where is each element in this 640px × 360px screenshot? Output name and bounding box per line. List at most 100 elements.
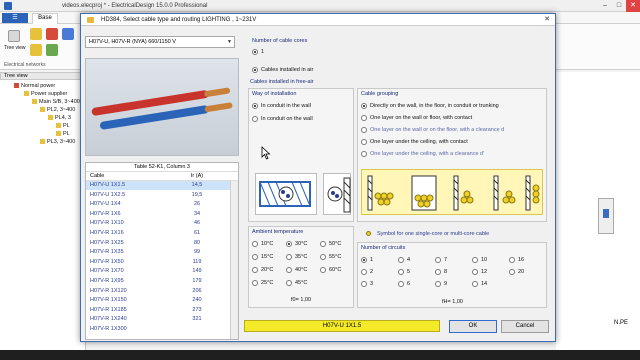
- installed-in-air-radio[interactable]: [252, 67, 258, 73]
- table-row[interactable]: H07V-U 1X4 26: [86, 200, 230, 209]
- tree-item[interactable]: PL4, 3: [48, 115, 71, 121]
- grouping-option-radio[interactable]: [361, 103, 367, 109]
- table-row[interactable]: H07V-R 1X95 179: [86, 277, 230, 286]
- circuit-radio[interactable]: [361, 257, 367, 263]
- lightning-icon[interactable]: [30, 28, 42, 40]
- tree-item[interactable]: PL2, 3~400: [40, 107, 75, 113]
- circuit-radio[interactable]: [398, 269, 404, 275]
- grouping-diagrams: [361, 169, 543, 215]
- table-row[interactable]: H07V-R 1X300: [86, 325, 230, 334]
- close-window-icon[interactable]: ✕: [626, 0, 640, 12]
- check-icon[interactable]: [46, 44, 58, 56]
- ambient-radio[interactable]: [286, 267, 292, 273]
- on-conduit-wall-label: In conduit on the wall: [261, 116, 313, 122]
- tree-item[interactable]: PL: [56, 123, 70, 129]
- circuit-radio[interactable]: [472, 269, 478, 275]
- ambient-radio[interactable]: [320, 267, 326, 273]
- ok-button[interactable]: OK: [449, 320, 497, 333]
- cable-cell: H07V-U 1X4: [90, 201, 121, 208]
- ambient-radio[interactable]: [252, 254, 258, 260]
- tree-item[interactable]: Main S/B, 3~400: [32, 99, 80, 105]
- table-row[interactable]: H07V-R 1X10 46: [86, 219, 230, 228]
- tree-view: Normal power Power supplier Main S/B, 3~…: [0, 80, 86, 350]
- ambient-radio[interactable]: [252, 280, 258, 286]
- grouping-option-radio[interactable]: [361, 139, 367, 145]
- current-cell: 34: [193, 210, 201, 217]
- in-conduit-wall-radio[interactable]: [252, 103, 258, 109]
- ambient-radio[interactable]: [320, 254, 326, 260]
- table-row[interactable]: H07V-R 1X240 321: [86, 315, 230, 324]
- circuit-radio[interactable]: [361, 269, 367, 275]
- circuit-radio[interactable]: [435, 269, 441, 275]
- table-row[interactable]: H07V-R 1X150 240: [86, 296, 230, 305]
- table-row[interactable]: H07V-U 1X2.5 19,5: [86, 191, 230, 200]
- ambient-factor: f0= 1,00: [291, 297, 312, 303]
- properties-icon[interactable]: [62, 28, 74, 40]
- table-row[interactable]: H07V-R 1X120 206: [86, 287, 230, 296]
- tree-item[interactable]: Normal power: [14, 83, 55, 89]
- column-header-current: Ir (A): [190, 173, 204, 179]
- circuit-label: 2: [370, 269, 374, 275]
- tree-view-button-label[interactable]: Tree view: [4, 45, 26, 51]
- circuit-radio[interactable]: [472, 257, 478, 263]
- maximize-icon[interactable]: □: [612, 0, 626, 12]
- circuit-label: 14: [481, 281, 488, 287]
- ambient-label: 25°C: [261, 280, 274, 286]
- cancel-button[interactable]: Cancel: [501, 320, 549, 333]
- circuit-radio[interactable]: [435, 281, 441, 287]
- ambient-radio[interactable]: [252, 241, 258, 247]
- circuit-label: 9: [444, 281, 448, 287]
- circuit-radio[interactable]: [398, 257, 404, 263]
- circuit-radio[interactable]: [361, 281, 367, 287]
- board-icon: [40, 107, 45, 113]
- cable-type-select[interactable]: H07V-U, H07V-R (NYA) 660/1150 V ▼: [85, 36, 235, 48]
- table-row[interactable]: H07V-R 1X6 34: [86, 210, 230, 219]
- cable-cell: H07V-R 1X120: [90, 287, 127, 294]
- circuit-label: 16: [518, 257, 525, 263]
- power-icon: [14, 83, 19, 89]
- ambient-radio[interactable]: [320, 241, 326, 247]
- table-row[interactable]: H07V-R 1X185 273: [86, 306, 230, 315]
- circuit-radio[interactable]: [472, 281, 478, 287]
- minimize-icon[interactable]: –: [598, 0, 612, 12]
- taskbar: [0, 350, 640, 360]
- ambient-radio[interactable]: [286, 241, 292, 247]
- on-conduit-wall-radio[interactable]: [252, 116, 258, 122]
- cable-cell: H07V-R 1X35: [90, 249, 124, 256]
- table-row[interactable]: H07V-R 1X25 80: [86, 239, 230, 248]
- circuit-radio[interactable]: [509, 269, 515, 275]
- tree-item[interactable]: PL3, 3~400: [40, 139, 75, 145]
- circuit-radio[interactable]: [435, 257, 441, 263]
- cable-cell: H07V-U 1X1.5: [90, 182, 126, 188]
- table-row[interactable]: H07V-U 1X1.5 14,5: [86, 181, 230, 190]
- grouping-option-radio[interactable]: [361, 115, 367, 121]
- table-row[interactable]: H07V-R 1X50 119: [86, 258, 230, 267]
- ambient-radio[interactable]: [252, 267, 258, 273]
- table-row[interactable]: H07V-R 1X70 149: [86, 267, 230, 276]
- cable-cell: H07V-U 1X2.5: [90, 191, 126, 198]
- close-icon[interactable]: ✕: [541, 15, 553, 25]
- delete-icon[interactable]: [46, 28, 58, 40]
- grouping-option-radio[interactable]: [361, 151, 367, 157]
- cores-1-radio[interactable]: [252, 49, 258, 55]
- dialog-title-bar: HD384, Select cable type and routing LIG…: [81, 14, 555, 26]
- tree-item[interactable]: PL: [56, 131, 70, 137]
- grouping-option-radio[interactable]: [361, 127, 367, 133]
- ambient-radio[interactable]: [286, 254, 292, 260]
- board-icon: [56, 123, 61, 129]
- ambient-label: 30°C: [295, 241, 308, 247]
- circuit-radio[interactable]: [509, 257, 515, 263]
- cable-grouping-title: Cable grouping: [361, 91, 399, 97]
- file-menu-icon[interactable]: ☰: [2, 13, 28, 23]
- table-row[interactable]: H07V-R 1X35 99: [86, 248, 230, 257]
- ambient-radio[interactable]: [286, 280, 292, 286]
- tree-view-icon[interactable]: [8, 30, 20, 42]
- circuit-label: 4: [407, 257, 411, 263]
- table-scrollbar[interactable]: [230, 181, 238, 339]
- tab-base[interactable]: Base: [32, 13, 58, 24]
- tree-item[interactable]: Power supplier: [24, 91, 67, 97]
- circuit-radio[interactable]: [398, 281, 404, 287]
- cable-icon[interactable]: [30, 44, 42, 56]
- chevron-down-icon: ▼: [227, 39, 232, 45]
- table-row[interactable]: H07V-R 1X16 61: [86, 229, 230, 238]
